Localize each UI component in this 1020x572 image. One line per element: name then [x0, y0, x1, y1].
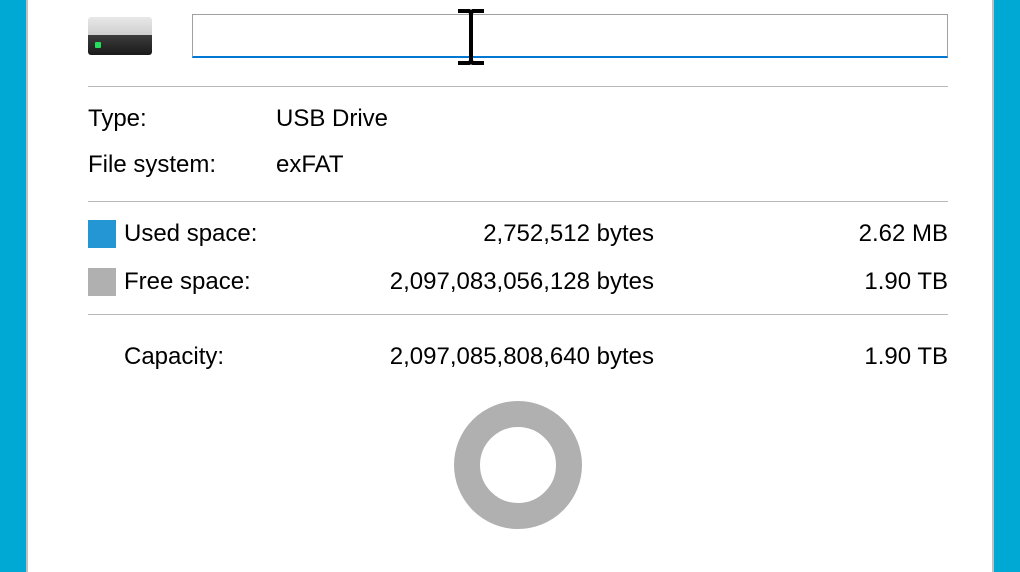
capacity-label: Capacity: — [124, 343, 304, 371]
used-space-swatch-icon — [88, 220, 116, 248]
usage-pie-wrap — [88, 401, 948, 529]
free-space-label: Free space: — [124, 268, 304, 296]
divider — [88, 86, 948, 87]
filesystem-label: File system: — [88, 151, 276, 179]
free-space-bytes: 2,097,083,056,128 bytes — [304, 268, 694, 296]
capacity-human: 1.90 TB — [694, 343, 948, 371]
divider — [88, 201, 948, 202]
capacity-row: Capacity: 2,097,085,808,640 bytes 1.90 T… — [88, 343, 948, 371]
type-value: USB Drive — [276, 105, 948, 133]
divider — [88, 314, 948, 315]
header-row — [88, 8, 948, 86]
used-space-bytes: 2,752,512 bytes — [304, 220, 694, 248]
used-space-label: Used space: — [124, 220, 304, 248]
type-label: Type: — [88, 105, 276, 133]
usage-pie-icon — [454, 401, 582, 529]
space-rows: Used space: 2,752,512 bytes 2.62 MB Free… — [88, 220, 948, 296]
free-space-swatch-icon — [88, 268, 116, 296]
capacity-bytes: 2,097,085,808,640 bytes — [304, 343, 694, 371]
filesystem-value: exFAT — [276, 151, 948, 179]
drive-properties-panel: Type: USB Drive File system: exFAT Used … — [26, 0, 994, 572]
used-space-human: 2.62 MB — [694, 220, 948, 248]
drive-icon — [88, 17, 152, 55]
info-grid: Type: USB Drive File system: exFAT — [88, 105, 948, 179]
free-space-human: 1.90 TB — [694, 268, 948, 296]
drive-name-input[interactable] — [192, 14, 948, 58]
